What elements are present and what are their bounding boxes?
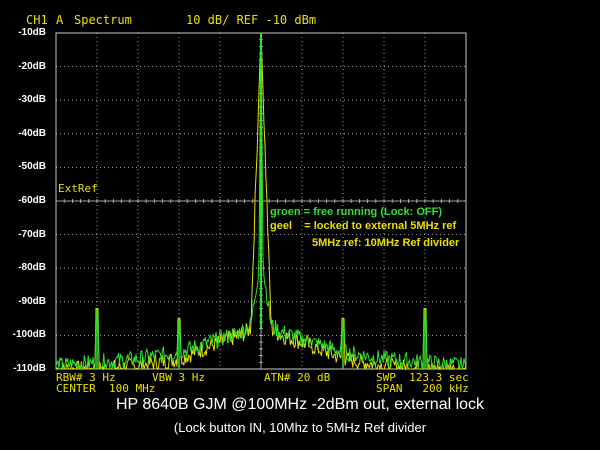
y-tick-label: -50dB xyxy=(18,161,46,173)
caption-subtitle: (Lock button IN, 10Mhz to 5MHz Ref divid… xyxy=(173,420,427,435)
center-frequency: CENTER 100 MHz xyxy=(56,382,156,395)
y-tick-label: -90dB xyxy=(18,295,46,307)
caption-title: HP 8640B GJM @100MHz -2dBm out, external… xyxy=(115,396,485,413)
vbw-readout: VBW 3 Hz xyxy=(152,371,205,384)
y-tick-label: -110dB xyxy=(13,363,46,374)
legend-green: groen = free running (Lock: OFF) xyxy=(270,206,443,218)
y-tick-label: -30dB xyxy=(18,94,46,106)
y-tick-label: -100dB xyxy=(12,329,46,341)
attenuation-readout: ATN# 20 dB xyxy=(264,371,331,384)
legend-yellow: geel = locked to external 5MHz ref xyxy=(270,220,457,232)
y-tick-label: -20dB xyxy=(18,60,46,72)
span-readout: SPAN 200 kHz xyxy=(376,382,469,395)
y-tick-label: -60dB xyxy=(18,195,46,206)
extref-indicator: ExtRef xyxy=(58,182,98,195)
y-tick-label: -10dB xyxy=(18,27,46,38)
ref-divider-note: 5MHz ref: 10MHz Ref divider xyxy=(312,237,460,249)
y-tick-label: -80dB xyxy=(18,262,46,274)
y-tick-label: -70dB xyxy=(18,228,46,240)
y-tick-label: -40dB xyxy=(18,127,46,139)
